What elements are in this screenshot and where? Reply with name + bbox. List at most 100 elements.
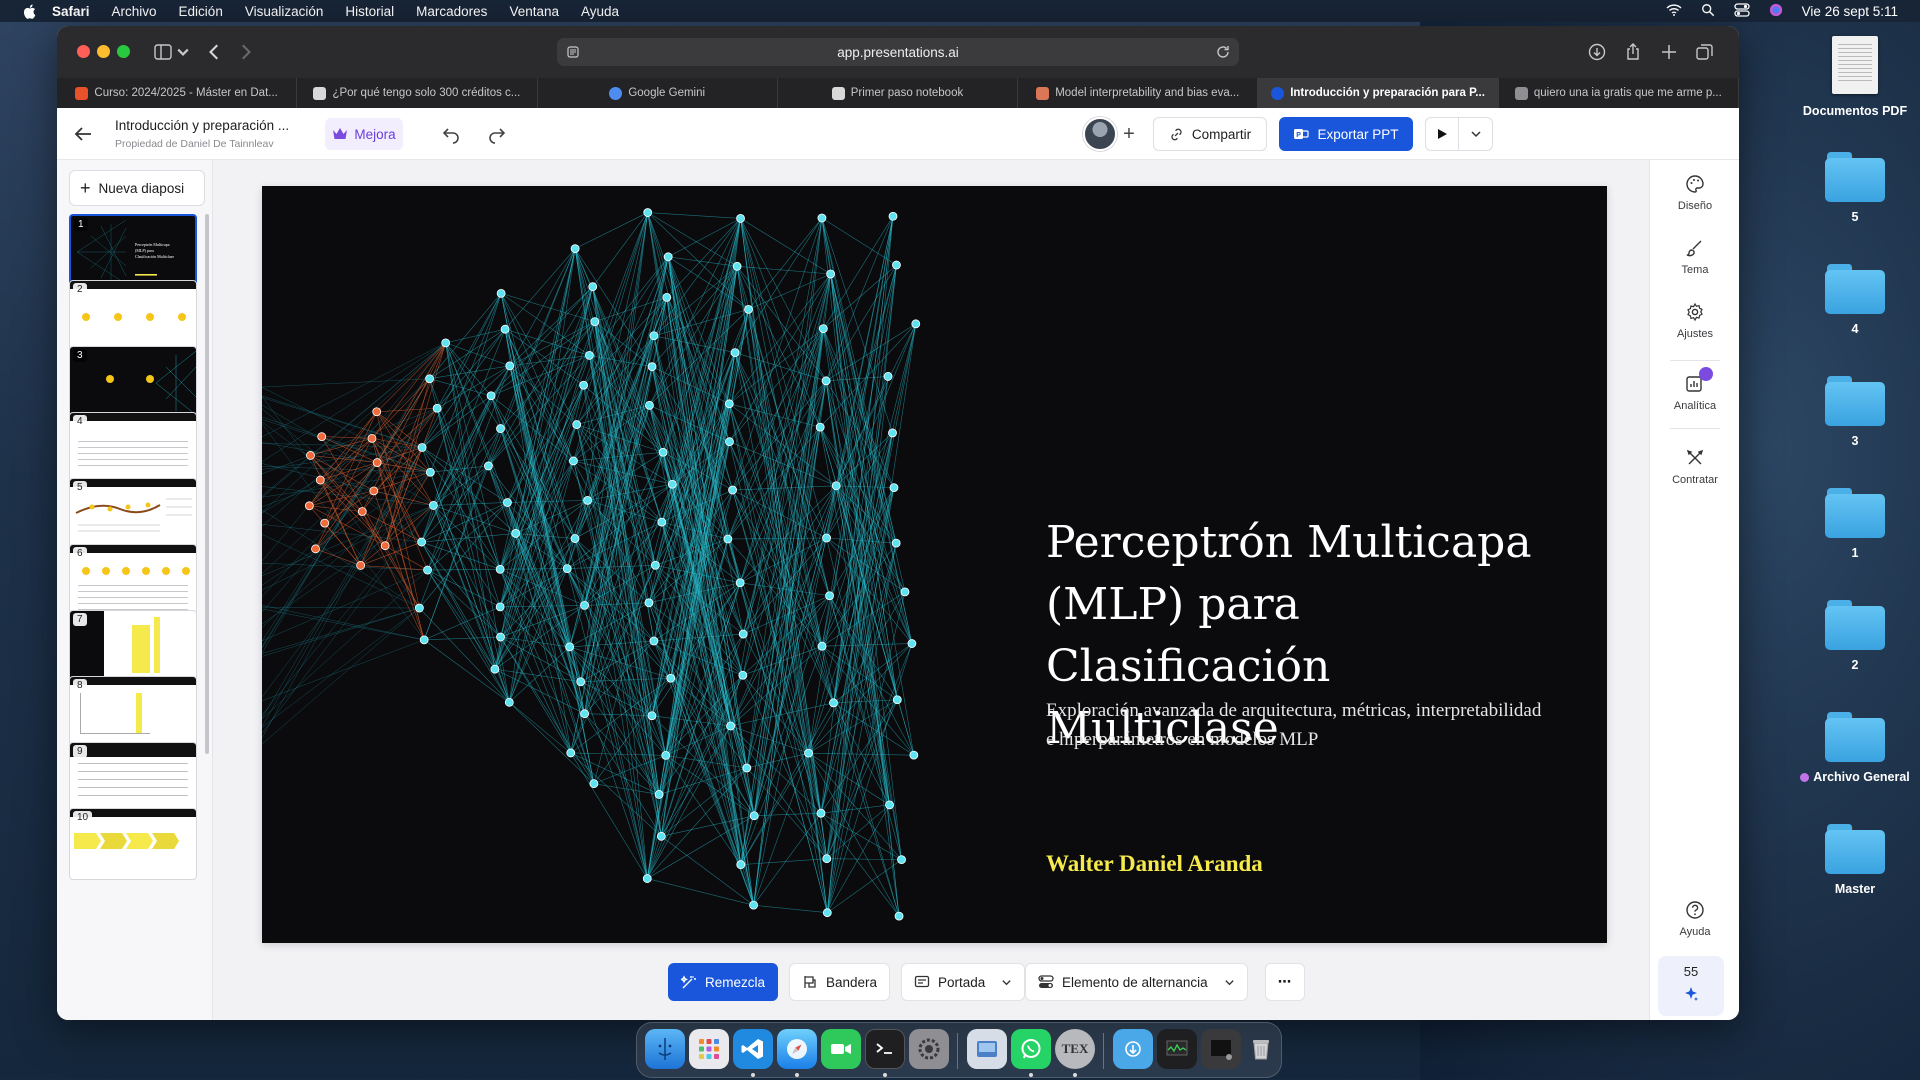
browser-tab-gemini[interactable]: Google Gemini xyxy=(538,78,778,108)
back-arrow-icon[interactable] xyxy=(71,122,95,146)
desktop-folder-master[interactable]: Master xyxy=(1780,824,1920,896)
hire-tool[interactable]: Contratar xyxy=(1650,448,1739,486)
reload-icon[interactable] xyxy=(1215,44,1231,60)
menu-ventana[interactable]: Ventana xyxy=(509,4,559,19)
credits-badge[interactable]: 55 xyxy=(1658,956,1724,1016)
share-button[interactable]: Compartir xyxy=(1153,117,1267,151)
fullscreen-window-button[interactable] xyxy=(117,45,130,58)
slide-subtitle[interactable]: Exploración avanzada de arquitectura, mé… xyxy=(1046,696,1546,754)
facetime-icon[interactable] xyxy=(821,1029,861,1069)
desktop-folder-5[interactable]: 5 xyxy=(1780,152,1920,224)
desktop-item-documentos-pdf[interactable]: Documentos PDF xyxy=(1780,36,1920,118)
browser-tab-notebook[interactable]: Primer paso notebook xyxy=(778,78,1019,108)
terminal-icon[interactable] xyxy=(865,1029,905,1069)
slide-thumbnail[interactable]: 10 xyxy=(69,808,197,880)
address-bar[interactable]: app.presentations.ai xyxy=(557,38,1239,66)
new-slide-button[interactable]: + Nueva diaposi xyxy=(69,170,205,206)
thumbnail-scrollbar[interactable] xyxy=(205,214,209,754)
slide-thumbnail[interactable]: 1 Perceptrón Multicapa (MLP) para Clasif… xyxy=(69,214,197,286)
activity-monitor-icon[interactable] xyxy=(1157,1029,1197,1069)
minimize-window-button[interactable] xyxy=(97,45,110,58)
slide-thumbnail[interactable]: 3 xyxy=(69,346,197,418)
settings-tool[interactable]: Ajustes xyxy=(1650,302,1739,340)
folder-icon xyxy=(1825,264,1885,314)
portada-dropdown[interactable]: Portada xyxy=(901,963,1026,1001)
desktop-folder-4[interactable]: 4 xyxy=(1780,264,1920,336)
downloads-icon[interactable] xyxy=(1585,40,1609,64)
browser-tab-presentations-active[interactable]: Introducción y preparación para P... xyxy=(1258,78,1499,108)
browser-tab-creditos[interactable]: ¿Por qué tengo solo 300 créditos c... xyxy=(297,78,538,108)
slide-thumbnail[interactable]: 5 xyxy=(69,478,197,550)
control-center-icon[interactable] xyxy=(1734,2,1750,20)
slide-preview[interactable]: Perceptrón Multicapa (MLP) para Clasific… xyxy=(262,186,1607,943)
thumbnail-dot xyxy=(182,567,190,575)
menubar-clock[interactable]: Vie 26 sept 5:11 xyxy=(1802,4,1898,19)
siri-icon[interactable] xyxy=(1768,3,1784,20)
browser-tab-curso[interactable]: Curso: 2024/2025 - Máster en Dat... xyxy=(57,78,298,108)
forward-icon[interactable] xyxy=(233,40,257,64)
thumbnail-title-bar xyxy=(70,677,196,685)
menu-archivo[interactable]: Archivo xyxy=(112,4,157,19)
wifi-icon[interactable] xyxy=(1666,3,1682,20)
redo-icon[interactable] xyxy=(487,124,507,144)
theme-tool[interactable]: Tema xyxy=(1650,238,1739,276)
elemento-alternancia-dropdown[interactable]: Elemento de alternancia xyxy=(1025,963,1248,1001)
vscode-icon[interactable] xyxy=(733,1029,773,1069)
page-settings-icon[interactable] xyxy=(565,44,581,60)
more-options-button[interactable]: ⋯ xyxy=(1265,963,1305,1001)
menu-visualizacion[interactable]: Visualización xyxy=(245,4,324,19)
menu-marcadores[interactable]: Marcadores xyxy=(416,4,487,19)
desktop-folder-archivo-general[interactable]: Archivo General xyxy=(1780,712,1920,784)
chevron-down-icon[interactable] xyxy=(175,40,191,64)
preview-icon[interactable] xyxy=(967,1029,1007,1069)
slide-thumbnail[interactable]: 2 xyxy=(69,280,197,352)
bandera-button[interactable]: Bandera xyxy=(789,963,891,1001)
document-title[interactable]: Introducción y preparación ... xyxy=(115,118,289,133)
chevron-down-icon[interactable] xyxy=(1459,118,1492,150)
trash-icon[interactable] xyxy=(1241,1029,1281,1069)
desktop-folder-1[interactable]: 1 xyxy=(1780,488,1920,560)
play-icon[interactable] xyxy=(1426,118,1460,150)
undo-icon[interactable] xyxy=(441,124,461,144)
menu-edicion[interactable]: Edición xyxy=(179,4,223,19)
sidebar-toggle-icon[interactable] xyxy=(151,40,175,64)
close-window-button[interactable] xyxy=(77,45,90,58)
avatar[interactable] xyxy=(1083,117,1117,151)
finder-icon[interactable] xyxy=(645,1029,685,1069)
slide-thumbnail[interactable]: 8 xyxy=(69,676,197,748)
design-tool[interactable]: Diseño xyxy=(1650,174,1739,212)
new-tab-icon[interactable] xyxy=(1657,40,1681,64)
slide-thumbnail[interactable]: 6 xyxy=(69,544,197,616)
share-icon[interactable] xyxy=(1621,40,1645,64)
remix-button[interactable]: Remezcla xyxy=(668,963,779,1001)
browser-tab-interpretability[interactable]: Model interpretability and bias eva... xyxy=(1018,78,1259,108)
screen-window-icon[interactable] xyxy=(1201,1029,1241,1069)
help-tool[interactable]: Ayuda xyxy=(1650,900,1739,938)
spotlight-search-icon[interactable] xyxy=(1700,3,1716,20)
slide-number: 8 xyxy=(73,679,87,692)
export-ppt-button[interactable]: P Exportar PPT xyxy=(1279,117,1413,151)
apple-icon[interactable] xyxy=(20,4,38,19)
tab-overview-icon[interactable] xyxy=(1693,40,1717,64)
safari-icon[interactable] xyxy=(777,1029,817,1069)
slide-thumbnail[interactable]: 7 xyxy=(69,610,197,682)
whatsapp-icon[interactable] xyxy=(1011,1029,1051,1069)
mejora-button[interactable]: Mejora xyxy=(325,118,403,150)
back-icon[interactable] xyxy=(203,40,227,64)
launchpad-icon[interactable] xyxy=(689,1029,729,1069)
add-collaborator-icon[interactable]: + xyxy=(1115,120,1143,148)
menu-historial[interactable]: Historial xyxy=(345,4,394,19)
desktop-folder-3[interactable]: 3 xyxy=(1780,376,1920,448)
slide-author[interactable]: Walter Daniel Aranda xyxy=(1046,851,1263,877)
browser-tab-ia-gratis[interactable]: quiero una ia gratis que me arme p... xyxy=(1499,78,1739,108)
analytics-tool[interactable]: Analítica xyxy=(1650,367,1739,412)
menu-ayuda[interactable]: Ayuda xyxy=(581,4,619,19)
downloads-folder-icon[interactable] xyxy=(1113,1029,1153,1069)
desktop-folder-2[interactable]: 2 xyxy=(1780,600,1920,672)
tex-icon[interactable]: TEX xyxy=(1055,1029,1095,1069)
slide-thumbnail[interactable]: 4 xyxy=(69,412,197,484)
settings-icon[interactable] xyxy=(909,1029,949,1069)
thumbnail-dot xyxy=(102,567,110,575)
menu-app-safari[interactable]: Safari xyxy=(52,4,90,19)
slide-thumbnail[interactable]: 9 xyxy=(69,742,197,814)
